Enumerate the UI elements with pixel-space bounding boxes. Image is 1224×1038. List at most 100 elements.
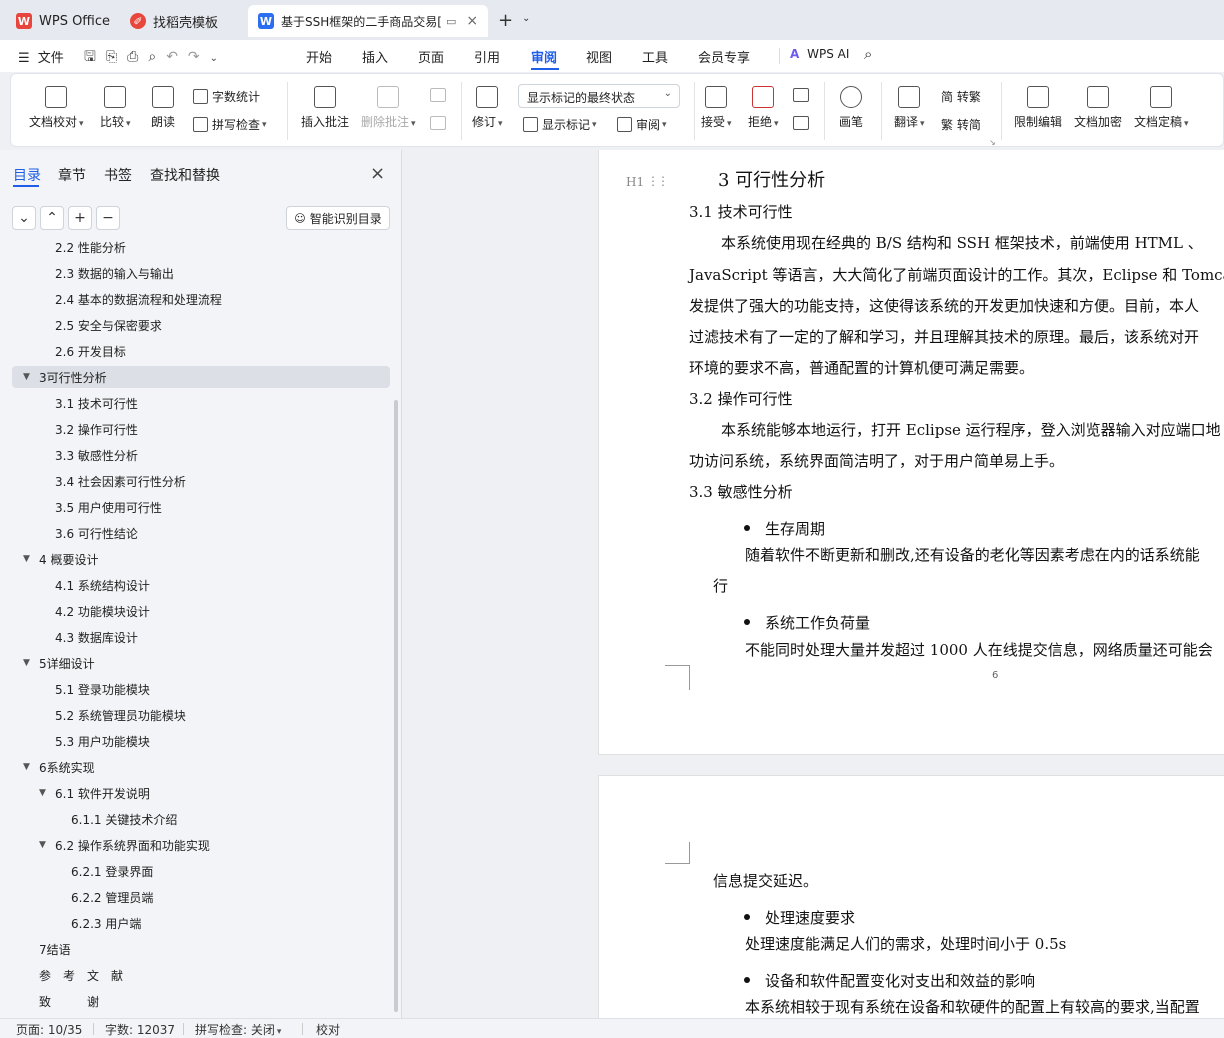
toc-item[interactable]: 4.3 数据库设计 [12,626,390,648]
toc-item[interactable]: ▼ 3可行性分析 [12,366,390,388]
page-indicator[interactable]: 页面: 10/35 [16,1021,82,1038]
tab-wps-office[interactable]: W WPS Office [6,5,116,37]
search-icon[interactable]: ⌕ [864,45,872,63]
redo-icon[interactable]: ↷ [188,49,210,65]
toc-item[interactable]: 5.2 系统管理员功能模块 [12,704,390,726]
menu-home[interactable]: 开始 [306,47,332,66]
toc-item[interactable]: 2.3 数据的输入与输出 [12,262,390,284]
toc-item[interactable]: 3.5 用户使用可行性 [12,496,390,518]
expand-toggle-icon[interactable]: ▼ [39,840,46,850]
toc-item[interactable]: 3.2 操作可行性 [12,418,390,440]
close-tab-icon[interactable]: × [466,13,478,29]
doc-heading-2[interactable]: 3.1 技术可行性 [689,201,793,222]
toc-item[interactable]: 2.2 性能分析 [12,240,390,258]
encrypt-button[interactable]: 文档加密 [1074,86,1122,130]
toc-item[interactable]: 4.2 功能模块设计 [12,600,390,622]
finalize-button[interactable]: 文档定稿 ▾ [1134,86,1189,130]
share-icon[interactable]: ⎘ [106,49,127,65]
menu-references[interactable]: 引用 [474,47,500,66]
doc-paragraph-line[interactable]: 过滤技术有了一定的了解和学习，并且理解其技术的原理。最后，该系统对开 [689,326,1199,347]
show-markup-button[interactable]: 显示标记 ▾ [523,116,597,133]
menu-insert[interactable]: 插入 [362,47,388,66]
save-icon[interactable]: 🖫 [84,49,106,65]
tab-document[interactable]: W 基于SSH框架的二手商品交易[ ▭ × [248,5,488,37]
toc-item[interactable]: 4.1 系统结构设计 [12,574,390,596]
doc-paragraph-line[interactable]: 随着软件不断更新和删改,还有设备的老化等因素考虑在内的话系统能 [745,544,1200,565]
word-count-button[interactable]: 字数统计 [193,88,260,105]
doc-heading-2[interactable]: 3.2 操作可行性 [689,388,793,409]
toc-item[interactable]: 5.3 用户功能模块 [12,730,390,752]
doc-paragraph-line[interactable]: 行 [713,575,728,596]
toc-item[interactable]: ▼ 5详细设计 [12,652,390,674]
wps-ai-button[interactable]: A WPS AI [790,47,849,61]
heading-marker-icon[interactable]: H1 [626,175,644,189]
toc-item[interactable]: 2.4 基本的数据流程和处理流程 [12,288,390,310]
word-count-indicator[interactable]: 字数: 12037 [105,1021,175,1038]
close-pane-icon[interactable]: × [370,163,385,184]
expand-toggle-icon[interactable]: ▼ [23,762,30,772]
delete-comment-button[interactable]: 删除批注 ▾ [361,86,416,130]
nav-tab-toc[interactable]: 目录 [13,165,41,185]
doc-paragraph-line[interactable]: 发提供了强大的功能支持，这使得该系统的开发更加快速和方便。目前，本人 [689,295,1199,316]
review-pane-button[interactable]: 审阅 ▾ [617,116,667,133]
menu-review[interactable]: 审阅 [531,47,557,66]
read-aloud-button[interactable]: 朗读 [151,86,175,130]
toc-item[interactable]: 6.2.1 登录界面 [12,860,390,882]
toc-item[interactable]: 6.2.2 管理员端 [12,886,390,908]
expand-toggle-icon[interactable]: ▼ [23,658,30,668]
add-heading-icon[interactable]: + [68,206,92,230]
menu-tools[interactable]: 工具 [642,47,668,66]
markup-state-select[interactable]: 显示标记的最终状态 ⌄ [518,84,680,108]
nav-tab-bookmarks[interactable]: 书签 [104,165,132,185]
toc-item[interactable]: 6.1.1 关键技术介绍 [12,808,390,830]
toc-item[interactable]: ▼ 4 概要设计 [12,548,390,570]
toc-item[interactable]: 2.6 开发目标 [12,340,390,362]
toc-item[interactable]: 7结语 [12,938,390,960]
toc-item[interactable]: ▼ 6.2 操作系统界面和功能实现 [12,834,390,856]
insert-comment-button[interactable]: 插入批注 [301,86,349,130]
expand-toggle-icon[interactable]: ▼ [23,372,30,382]
menu-member[interactable]: 会员专享 [698,47,750,66]
undo-icon[interactable]: ↶ [166,49,188,65]
toc-item[interactable]: 2.5 安全与保密要求 [12,314,390,336]
toc-item[interactable]: ▼ 6.1 软件开发说明 [12,782,390,804]
nav-tab-chapters[interactable]: 章节 [58,165,86,185]
toc-item[interactable]: 5.1 登录功能模块 [12,678,390,700]
compare-button[interactable]: 比较 ▾ [100,86,131,130]
spell-check-button[interactable]: 拼写检查 ▾ [193,116,267,133]
expand-toggle-icon[interactable]: ▼ [23,554,30,564]
toc-item[interactable]: 参 考 文 献 [12,964,390,986]
doc-paragraph-line[interactable]: 本系统能够本地运行，打开 Eclipse 运行程序，登入浏览器输入对应端口地 [721,419,1221,440]
print-icon[interactable]: ⎙ [127,49,148,65]
menu-page[interactable]: 页面 [418,47,444,66]
tab-docer[interactable]: ✐ 找稻壳模板 [120,5,244,37]
doc-paragraph-line[interactable]: JavaScript 等语言，大大简化了前端页面设计的工作。其次，Eclipse… [689,264,1224,285]
file-menu[interactable]: ☰ 文件 [18,47,64,66]
smart-toc-button[interactable]: ☺ 智能识别目录 [286,206,390,230]
toc-item[interactable]: 致 谢 [12,990,390,1012]
doc-paragraph-line[interactable]: 处理速度能满足人们的需求，处理时间小于 0.5s [745,933,1066,954]
doc-paragraph-line[interactable]: 不能同时处理大量并发超过 1000 人在线提交信息，网络质量还可能会 [745,639,1213,660]
restrict-edit-button[interactable]: 限制编辑 [1014,86,1062,130]
toc-item[interactable]: 3.6 可行性结论 [12,522,390,544]
expand-group-icon[interactable]: ↘ [989,138,996,147]
toc-item[interactable]: 3.3 敏感性分析 [12,444,390,466]
doc-bullet-item[interactable]: 设备和软件配置变化对支出和效益的影响 [765,970,1035,991]
track-changes-button[interactable]: 修订 ▾ [472,86,503,130]
drag-handle-icon[interactable]: ⋮⋮ [647,174,669,188]
nav-tab-find-replace[interactable]: 查找和替换 [150,165,220,185]
to-traditional-button[interactable]: 简 转繁 [941,88,981,105]
doc-bullet-item[interactable]: 生存周期 [765,518,825,539]
spell-check-indicator[interactable]: 拼写检查: 关闭 ▾ [195,1021,281,1038]
expand-toggle-icon[interactable]: ▼ [39,788,46,798]
print-preview-icon[interactable]: ⌕ [148,49,166,65]
toc-item[interactable]: ▼ 6系统实现 [12,756,390,778]
translate-button[interactable]: 翻译 ▾ [894,86,925,130]
new-tab-icon[interactable]: + [498,10,513,31]
doc-paragraph-line[interactable]: 环境的要求不高，普通配置的计算机便可满足需要。 [689,357,1034,378]
doc-bullet-item[interactable]: 系统工作负荷量 [765,612,870,633]
doc-heading-2[interactable]: 3.3 敏感性分析 [689,481,793,502]
accept-button[interactable]: 接受 ▾ [701,86,732,130]
doc-bullet-item[interactable]: 处理速度要求 [765,907,855,928]
next-comment-icon[interactable] [430,116,446,130]
